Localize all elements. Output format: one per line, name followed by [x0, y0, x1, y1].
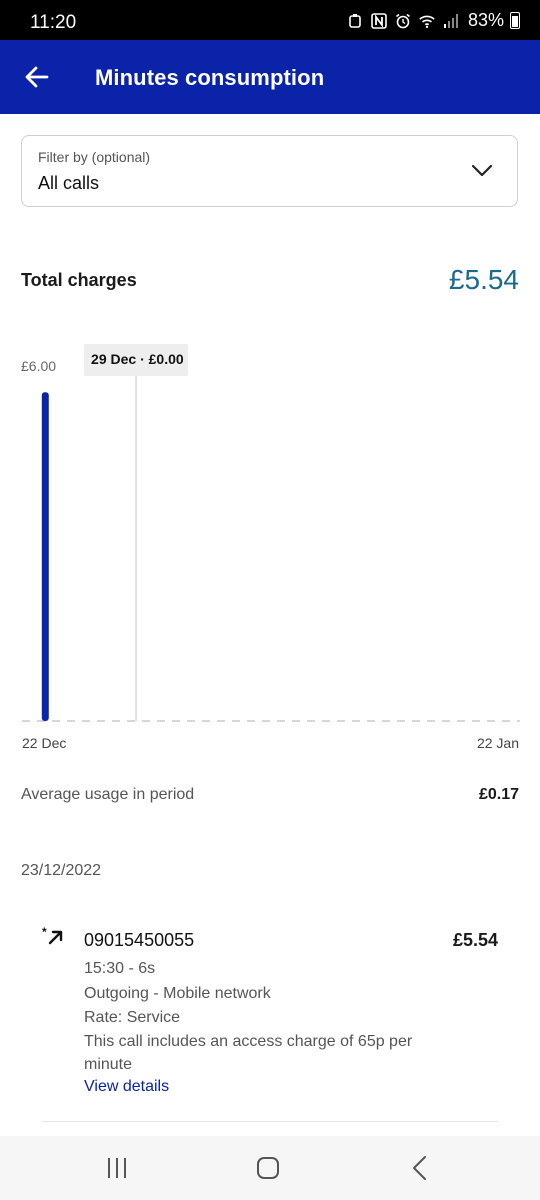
y-max-label: £6.00 — [21, 358, 56, 374]
total-charges-label: Total charges — [21, 270, 137, 290]
home-button[interactable] — [252, 1152, 284, 1184]
battery-icon — [510, 12, 520, 29]
arrow-left-icon — [25, 66, 49, 88]
call-rate: Rate: Service — [84, 1009, 181, 1026]
app-bar: Minutes consumption — [0, 40, 540, 114]
usage-chart-svg: £6.00 29 Dec · £0.00 22 Dec 22 Jan — [21, 344, 520, 751]
average-usage-value: £0.17 — [478, 786, 519, 803]
view-details-link[interactable]: View details — [84, 1078, 169, 1096]
svg-text:*: * — [42, 926, 47, 939]
battery-percent: 83% — [467, 10, 504, 30]
x-end-label: 22 Jan — [477, 735, 519, 751]
status-time: 11:20 — [30, 12, 77, 33]
usage-chart: £6.00 29 Dec · £0.00 22 Dec 22 Jan — [0, 330, 540, 760]
call-list-item[interactable]: * 09015450055 £5.54 15:30 - 6s Outgoing … — [0, 920, 540, 1125]
call-amount: £5.54 — [452, 930, 498, 950]
home-icon — [257, 1157, 279, 1179]
filter-value: All calls — [38, 173, 100, 193]
call-type: Outgoing - Mobile network — [84, 985, 271, 1002]
filter-dropdown[interactable]: Filter by (optional) All calls — [21, 135, 518, 207]
call-note: This call includes an access charge of 6… — [84, 1033, 413, 1073]
system-nav-bar — [0, 1136, 540, 1200]
signal-icon — [442, 12, 460, 30]
status-bar: 11:20 83% — [0, 0, 540, 40]
recents-icon — [108, 1158, 126, 1178]
notification-icon — [346, 12, 364, 30]
call-number: 09015450055 — [84, 930, 195, 950]
outgoing-call-icon: * — [42, 926, 63, 945]
tooltip-label: 29 Dec · £0.00 — [91, 351, 184, 367]
date-heading: 23/12/2022 — [21, 862, 102, 879]
nfc-icon — [370, 12, 388, 30]
filter-label: Filter by (optional) — [38, 149, 151, 165]
chart-bar — [41, 392, 49, 721]
status-icons: 83% — [346, 10, 520, 31]
call-time-duration: 15:30 - 6s — [84, 960, 156, 977]
page-title: Minutes consumption — [95, 65, 325, 90]
chevron-down-icon — [471, 164, 493, 177]
back-button[interactable] — [22, 62, 52, 92]
wifi-icon — [418, 12, 436, 30]
nav-back-button[interactable] — [404, 1152, 436, 1184]
back-icon — [413, 1156, 426, 1180]
x-start-label: 22 Dec — [22, 735, 66, 751]
total-charges-value: £5.54 — [448, 264, 519, 295]
average-usage-label: Average usage in period — [21, 786, 195, 803]
divider — [42, 1121, 498, 1122]
recents-button[interactable] — [101, 1152, 133, 1184]
alarm-icon — [394, 12, 412, 30]
